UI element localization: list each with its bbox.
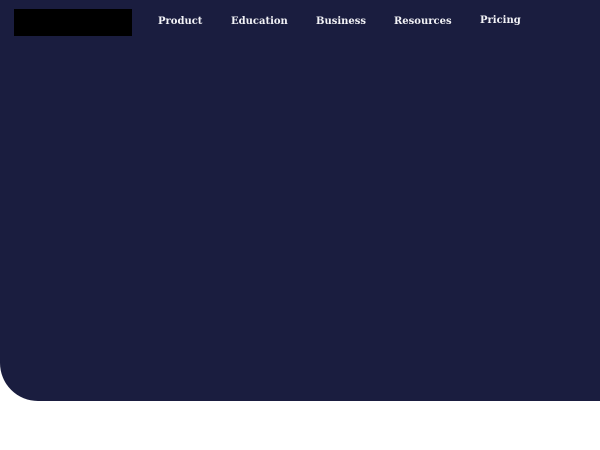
brand-logo[interactable] [14,9,132,36]
nav-item-business[interactable]: Business [316,16,366,28]
nav-item-resources[interactable]: Resources [394,16,452,28]
nav-item-education[interactable]: Education [231,16,288,28]
hero-section: Product Education Business Resources Pri… [0,0,600,401]
nav-item-product[interactable]: Product [158,16,202,28]
nav-item-pricing[interactable]: Pricing [480,15,521,27]
